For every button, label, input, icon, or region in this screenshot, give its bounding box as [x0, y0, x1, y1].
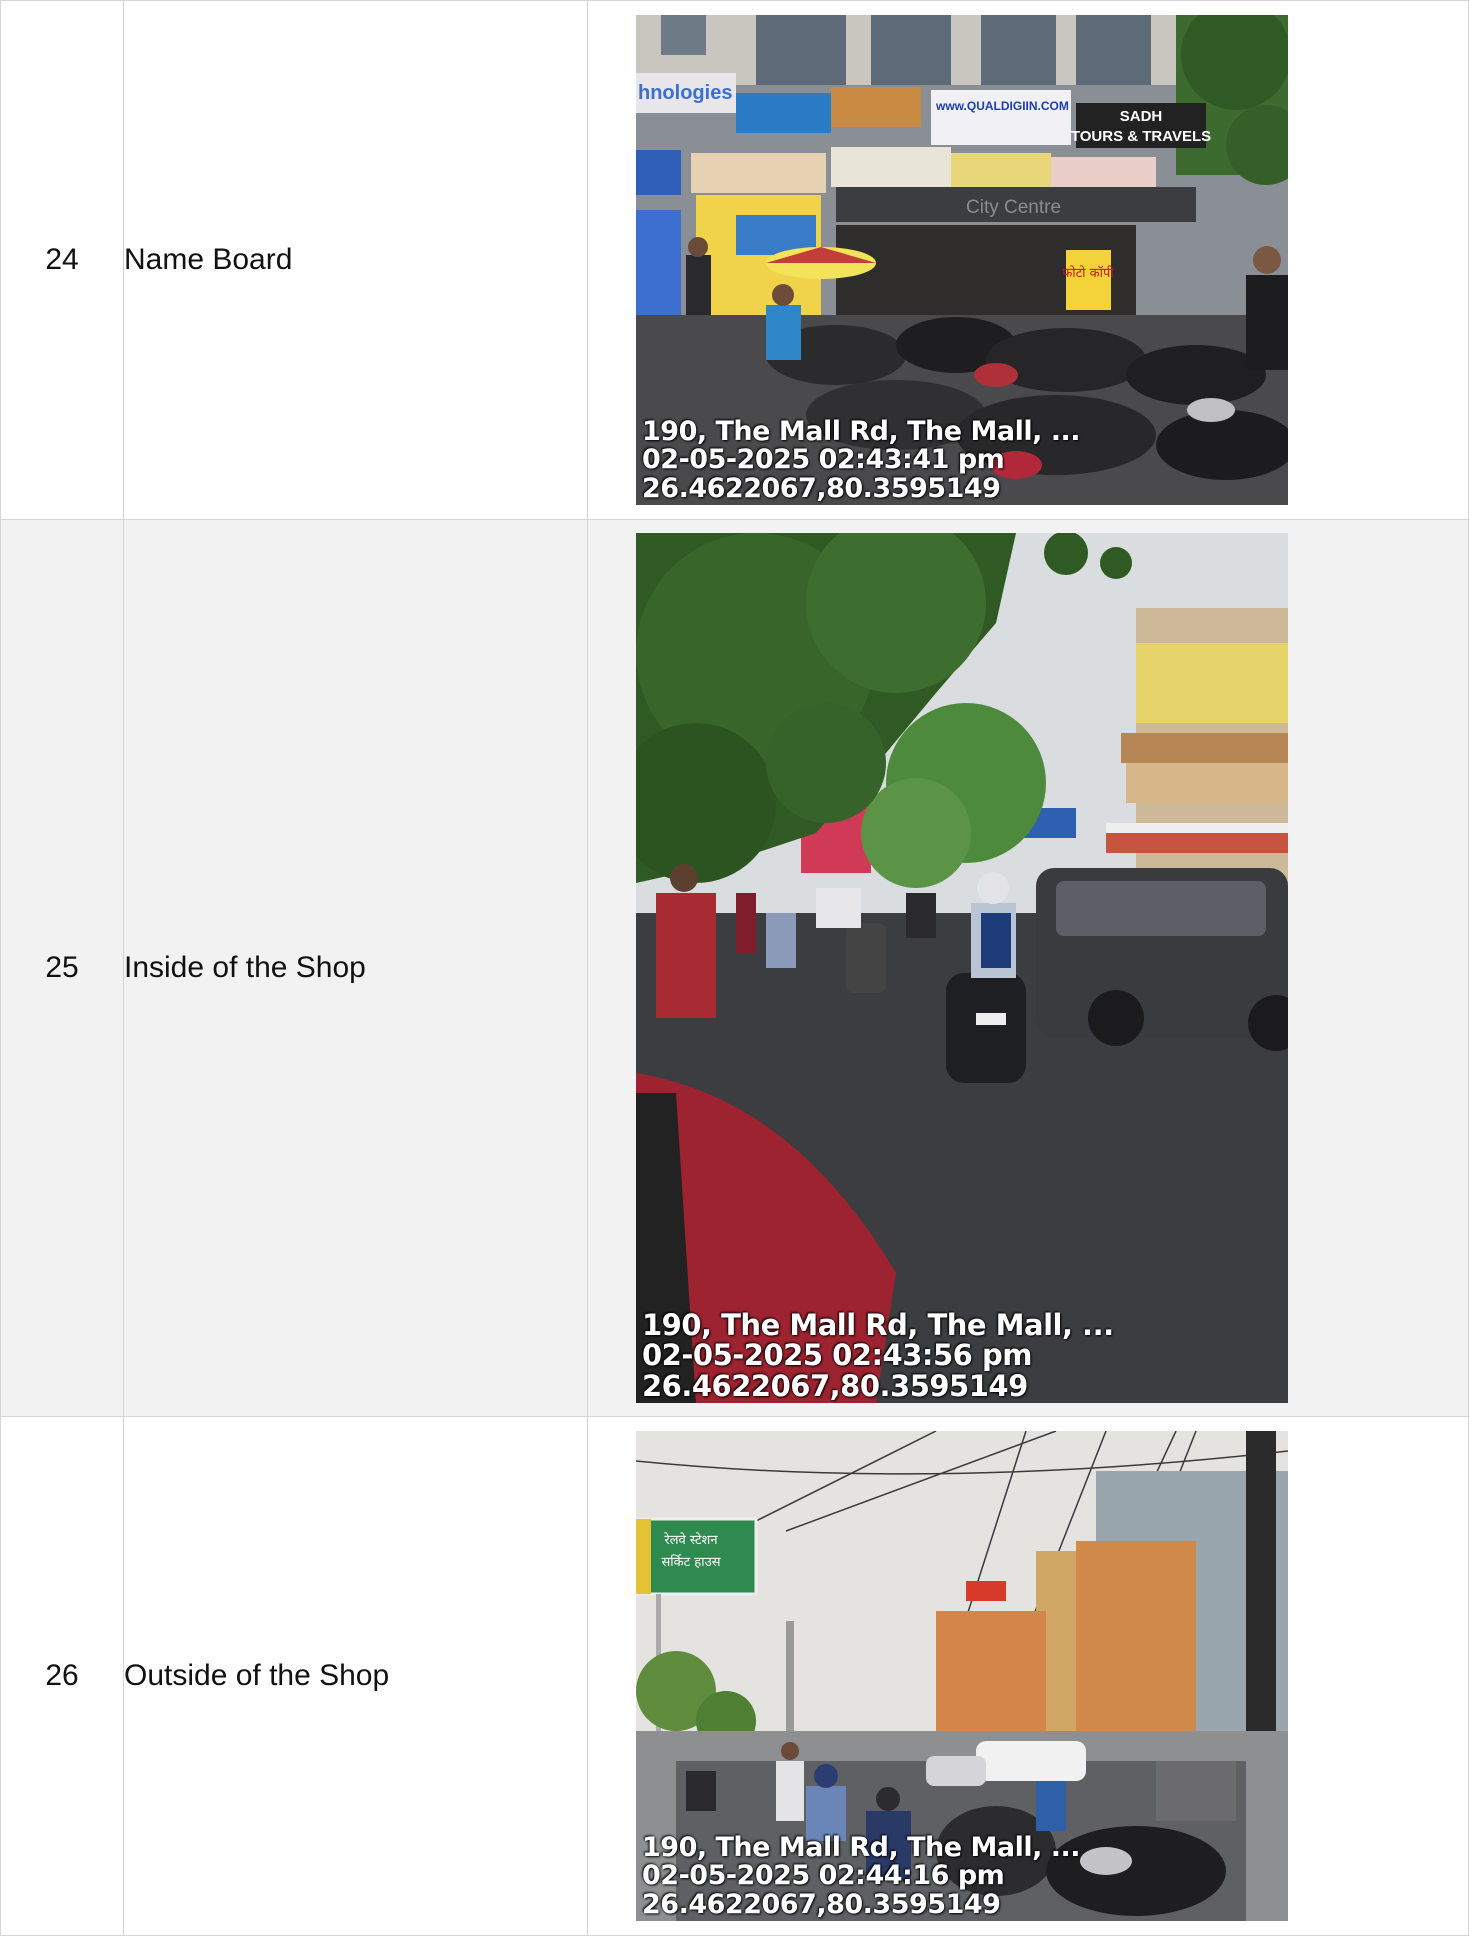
photo-stamp: 190, The Mall Rd, The Mall, ... 02-05-20…	[642, 415, 1081, 504]
sign-text: SADH	[1120, 108, 1163, 125]
sign-text: hnologies	[638, 82, 732, 104]
photo-report-table: 24 Name Board hnologies www.QUALDIGIIN.C…	[0, 0, 1469, 1936]
photo-stamp: 190, The Mall Rd, The Mall, ... 02-05-20…	[642, 1307, 1114, 1403]
table-row: 24 Name Board hnologies www.QUALDIGIIN.C…	[0, 0, 1469, 520]
row-label: Outside of the Shop	[123, 1416, 588, 1936]
sign-text: फोटो कॉपी	[1062, 265, 1114, 281]
row-label: Inside of the Shop	[123, 519, 588, 1417]
stamp-address: 190, The Mall Rd, The Mall, ...	[642, 1831, 1081, 1863]
sign-text: TOURS & TRAVELS	[1071, 128, 1211, 145]
stamp-coords: 26.4622067,80.3595149	[642, 1368, 1028, 1403]
road-sign-text: सर्किट हाउस	[661, 1554, 720, 1570]
stamp-coords: 26.4622067,80.3595149	[642, 472, 1001, 504]
stamp-datetime: 02-05-2025 02:43:41 pm	[642, 444, 1005, 476]
photo-inside-shop: 190, The Mall Rd, The Mall, ... 02-05-20…	[636, 533, 1288, 1403]
photo-cell: रेलवे स्टेशन सर्किट हाउस 190, The Mall R…	[587, 1416, 1469, 1936]
row-number: 26	[0, 1416, 124, 1936]
stamp-datetime: 02-05-2025 02:44:16 pm	[642, 1860, 1005, 1892]
row-number: 24	[0, 0, 124, 520]
sign-text: City Centre	[966, 197, 1061, 218]
row-label: Name Board	[123, 0, 588, 520]
road-sign-text: रेलवे स्टेशन	[664, 1532, 719, 1548]
sign-text: www.QUALDIGIIN.COM	[935, 99, 1069, 113]
photo-cell: hnologies www.QUALDIGIIN.COM SADH TOURS …	[587, 0, 1469, 520]
stamp-coords: 26.4622067,80.3595149	[642, 1888, 1001, 1920]
table-row: 25 Inside of the Shop 190, The Mall Rd, …	[0, 519, 1469, 1417]
stamp-address: 190, The Mall Rd, The Mall, ...	[642, 415, 1081, 447]
table-row: 26 Outside of the Shop रेलवे स्टेशन सर्क…	[0, 1416, 1469, 1936]
photo-cell: 190, The Mall Rd, The Mall, ... 02-05-20…	[587, 519, 1469, 1417]
street-photo	[636, 533, 1288, 1403]
photo-stamp: 190, The Mall Rd, The Mall, ... 02-05-20…	[642, 1831, 1081, 1920]
stamp-address: 190, The Mall Rd, The Mall, ...	[642, 1307, 1114, 1342]
row-number: 25	[0, 519, 124, 1417]
photo-name-board: hnologies www.QUALDIGIIN.COM SADH TOURS …	[636, 15, 1288, 505]
photo-outside-shop: रेलवे स्टेशन सर्किट हाउस 190, The Mall R…	[636, 1431, 1288, 1921]
stamp-datetime: 02-05-2025 02:43:56 pm	[642, 1338, 1032, 1373]
